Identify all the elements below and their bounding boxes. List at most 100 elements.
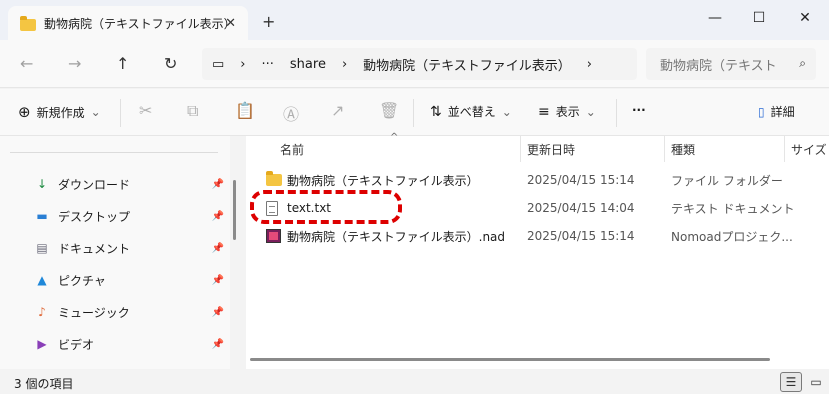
plus-circle-icon: ⊕ [18, 103, 31, 121]
sort-button[interactable]: ⇅ 並べ替え ⌄ [430, 103, 512, 120]
breadcrumb-current-folder[interactable]: 動物病院（テキストファイル表示） [363, 55, 571, 74]
navigation-pane: ↓ ダウンロード 📌 ▬ デスクトップ 📌 ▤ ドキュメント 📌 ▲ ピクチャ 📌 ♪ ミュージック 📌 ▶ ビ… [0, 136, 230, 369]
up-button[interactable]: ↑ [116, 54, 129, 73]
details-pane-button[interactable]: ▯ 詳細 [758, 103, 795, 120]
maximize-button[interactable]: ☐ [744, 6, 774, 30]
pin-icon[interactable]: 📌 [212, 243, 224, 254]
search-placeholder: 動物病院（テキスト [660, 55, 777, 74]
sidebar-divider [10, 152, 218, 153]
tab-close-icon[interactable]: ✕ [225, 16, 236, 31]
tab-title: 動物病院（テキストファイル表示） [44, 15, 236, 32]
file-type: テキスト ドキュメント [671, 194, 794, 222]
address-bar-row: ← → ↑ ↻ ▭ › ··· share › 動物病院（テキストファイル表示）… [0, 40, 829, 88]
details-view-button[interactable]: ☰ [780, 372, 802, 392]
file-date: 2025/04/15 14:04 [527, 194, 635, 222]
sort-label: 並べ替え [448, 103, 496, 120]
new-button[interactable]: ⊕ 新規作成 ⌄ [18, 103, 101, 121]
minimize-button[interactable]: — [700, 6, 730, 30]
tiles-view-button[interactable]: ▭ [805, 372, 827, 392]
folder-icon [20, 17, 36, 30]
chevron-down-icon: ⌄ [586, 105, 596, 119]
view-button[interactable]: ≡ 表示 ⌄ [538, 103, 596, 120]
column-header-type[interactable]: 種類 [671, 136, 695, 162]
file-row[interactable]: 動物病院（テキストファイル表示）.nad 2025/04/15 15:14 Nomo… [246, 222, 829, 250]
column-divider[interactable] [520, 136, 521, 162]
view-icon: ≡ [538, 104, 550, 120]
download-icon: ↓ [34, 176, 50, 192]
address-input[interactable]: ▭ › ··· share › 動物病院（テキストファイル表示） › [202, 48, 637, 80]
sort-icon: ⇅ [430, 104, 442, 120]
pictures-icon: ▲ [34, 272, 50, 288]
sidebar-item[interactable]: ↓ ダウンロード 📌 [34, 172, 230, 196]
share-icon[interactable]: ↗ [331, 101, 344, 120]
breadcrumb-share[interactable]: share [290, 57, 326, 72]
file-date: 2025/04/15 15:14 [527, 166, 635, 194]
highlight-annotation [250, 190, 402, 224]
cut-icon[interactable]: ✂ [139, 101, 152, 120]
sidebar-item-label: ドキュメント [58, 240, 130, 257]
sidebar-item[interactable]: ♪ ミュージック 📌 [34, 300, 230, 324]
breadcrumb-separator[interactable]: › [587, 57, 592, 72]
chevron-down-icon: ⌄ [502, 105, 512, 119]
document-icon: ▤ [34, 240, 50, 256]
sidebar-item[interactable]: ▤ ドキュメント 📌 [34, 236, 230, 260]
search-input[interactable]: 動物病院（テキスト ⌕ [646, 48, 816, 80]
column-divider[interactable] [784, 136, 785, 162]
file-name[interactable]: 動物病院（テキストファイル表示）.nad [287, 222, 505, 250]
computer-icon: ▭ [212, 57, 224, 72]
view-label: 表示 [556, 103, 580, 120]
new-label: 新規作成 [37, 104, 85, 121]
breadcrumb-separator[interactable]: › [240, 57, 245, 72]
tab-current-folder[interactable]: 動物病院（テキストファイル表示） ✕ [8, 6, 248, 40]
sidebar-scrollbar[interactable] [233, 180, 236, 240]
horizontal-scrollbar[interactable] [250, 358, 770, 361]
toolbar-divider [616, 99, 617, 127]
sidebar-item-label: デスクトップ [58, 208, 130, 225]
pin-icon[interactable]: 📌 [212, 307, 224, 318]
sidebar-item[interactable]: ▬ デスクトップ 📌 [34, 204, 230, 228]
desktop-icon: ▬ [34, 208, 50, 224]
column-header-size[interactable]: サイズ [791, 136, 827, 162]
command-bar: ⊕ 新規作成 ⌄ ✂ ⧉ 📋 Ⓐ ↗ 🗑 ⇅ 並べ替え ⌄ ≡ 表示 ⌄ ···… [0, 89, 829, 136]
item-count: 3 個の項目 [14, 375, 73, 392]
breadcrumb-ellipsis[interactable]: ··· [262, 57, 274, 72]
chevron-down-icon: ⌄ [91, 105, 101, 119]
back-button[interactable]: ← [20, 54, 33, 73]
column-header-name[interactable]: 名前 [280, 136, 304, 162]
nad-file-icon [266, 222, 281, 250]
sidebar-item-label: ミュージック [58, 304, 130, 321]
file-type: Nomoadプロジェク... [671, 222, 793, 250]
toolbar-divider [413, 99, 414, 127]
sidebar-item[interactable]: ▲ ピクチャ 📌 [34, 268, 230, 292]
pin-icon[interactable]: 📌 [212, 179, 224, 190]
column-divider[interactable] [664, 136, 665, 162]
breadcrumb-separator[interactable]: › [342, 57, 347, 72]
details-label: 詳細 [771, 103, 795, 120]
file-date: 2025/04/15 15:14 [527, 222, 635, 250]
title-bar: 動物病院（テキストファイル表示） ✕ + — ☐ ✕ [0, 0, 829, 40]
forward-button[interactable]: → [68, 54, 81, 73]
column-header-date[interactable]: 更新日時 [527, 136, 575, 162]
paste-icon[interactable]: 📋 [235, 101, 255, 120]
sidebar-item-label: ダウンロード [58, 176, 130, 193]
music-icon: ♪ [34, 304, 50, 320]
video-icon: ▶ [34, 336, 50, 352]
toolbar-divider [120, 99, 121, 127]
new-tab-button[interactable]: + [262, 12, 275, 31]
copy-icon[interactable]: ⧉ [187, 101, 198, 121]
sidebar-item-label: ピクチャ [58, 272, 106, 289]
pin-icon[interactable]: 📌 [212, 211, 224, 222]
refresh-button[interactable]: ↻ [164, 54, 177, 73]
status-bar: 3 個の項目 ☰ ▭ [0, 369, 829, 394]
rename-icon[interactable]: Ⓐ [283, 101, 299, 125]
details-pane-icon: ▯ [758, 105, 765, 119]
pin-icon[interactable]: 📌 [212, 275, 224, 286]
delete-icon[interactable]: 🗑 [379, 101, 399, 120]
file-list: ^ 名前 更新日時 種類 サイズ 動物病院（テキストファイル表示）2025/04… [246, 136, 829, 369]
pin-icon[interactable]: 📌 [212, 339, 224, 350]
sidebar-item-label: ビデオ [58, 336, 94, 353]
close-button[interactable]: ✕ [790, 6, 820, 30]
sidebar-item[interactable]: ▶ ビデオ 📌 [34, 332, 230, 356]
more-options-button[interactable]: ··· [632, 103, 646, 117]
file-type: ファイル フォルダー [671, 166, 783, 194]
